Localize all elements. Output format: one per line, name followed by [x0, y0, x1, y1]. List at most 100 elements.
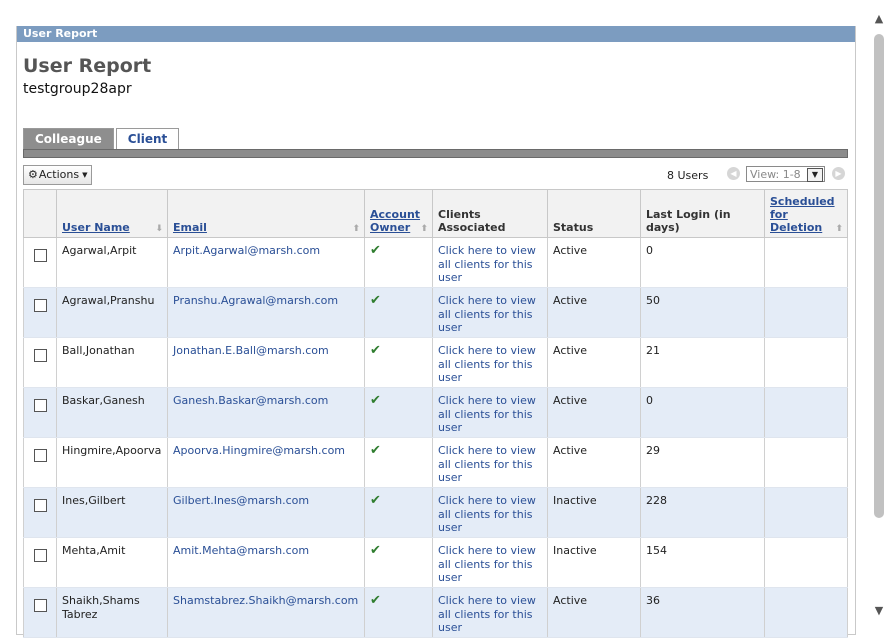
panel-titlebar: User Report [17, 26, 855, 42]
actions-label: Actions [38, 168, 80, 181]
select-cell [23, 337, 57, 388]
column-label: Status [553, 221, 594, 234]
row-checkbox[interactable] [34, 349, 47, 362]
email-cell: Shamstabrez.Shaikh@marsh.com [167, 587, 365, 638]
checkmark-icon: ✔ [370, 293, 381, 308]
email-cell: Gilbert.Ines@marsh.com [167, 487, 365, 538]
user-name-cell: Agarwal,Arpit [56, 237, 168, 288]
table-header-row: User Name ⬇ Email ⬆ Account Owner ⬆ Clie… [23, 189, 848, 238]
email-link[interactable]: Ganesh.Baskar@marsh.com [173, 394, 328, 407]
tab-colleague[interactable]: Colleague [23, 128, 114, 149]
row-checkbox[interactable] [34, 299, 47, 312]
user-name-cell: Ines,Gilbert [56, 487, 168, 538]
users-count: 8 Users [667, 169, 709, 182]
view-clients-link[interactable]: Click here to view all clients for this … [438, 494, 536, 534]
table-body: Agarwal,Arpit Arpit.Agarwal@marsh.com ✔ Cli… [23, 237, 848, 638]
row-checkbox[interactable] [34, 249, 47, 262]
tab-client[interactable]: Client [115, 128, 180, 149]
scheduled-deletion-cell [764, 437, 848, 488]
email-link[interactable]: Gilbert.Ines@marsh.com [173, 494, 309, 507]
user-name-cell: Ball,Jonathan [56, 337, 168, 388]
row-checkbox[interactable] [34, 599, 47, 612]
view-clients-link[interactable]: Click here to view all clients for this … [438, 244, 536, 284]
email-link[interactable]: Jonathan.E.Ball@marsh.com [173, 344, 329, 357]
checkmark-icon: ✔ [370, 593, 381, 608]
last-login-cell: 29 [640, 437, 765, 488]
clients-cell: Click here to view all clients for this … [432, 387, 548, 438]
user-name-cell: Agrawal,Pranshu [56, 287, 168, 338]
view-clients-link[interactable]: Click here to view all clients for this … [438, 444, 536, 484]
email-link[interactable]: Pranshu.Agrawal@marsh.com [173, 294, 338, 307]
last-login-cell: 0 [640, 387, 765, 438]
select-cell [23, 437, 57, 488]
account-owner-cell: ✔ [364, 587, 433, 638]
column-label[interactable]: Scheduled for Deletion [770, 195, 835, 234]
vertical-scrollbar[interactable]: ▲ ▼ [871, 0, 887, 634]
email-link[interactable]: Amit.Mehta@marsh.com [173, 544, 309, 557]
status-cell: Active [547, 287, 641, 338]
scheduled-deletion-cell [764, 587, 848, 638]
last-login-cell: 50 [640, 287, 765, 338]
user-name-cell: Mehta,Amit [56, 537, 168, 588]
scheduled-deletion-cell [764, 237, 848, 288]
email-cell: Amit.Mehta@marsh.com [167, 537, 365, 588]
column-header-user-name[interactable]: User Name ⬇ [56, 189, 168, 238]
chevron-right-icon[interactable]: ▶ [832, 167, 845, 180]
select-cell [23, 287, 57, 338]
user-report-panel: User Report User Report testgroup28apr C… [16, 26, 856, 638]
chevron-down-icon: ▼ [807, 168, 823, 182]
actions-button[interactable]: ⚙ Actions ▼ [23, 165, 93, 185]
chevron-up-icon[interactable]: ▲ [873, 12, 885, 26]
chevron-left-icon[interactable]: ◀ [727, 167, 740, 180]
row-checkbox[interactable] [34, 399, 47, 412]
select-cell [23, 387, 57, 438]
table-row: Baskar,Ganesh Ganesh.Baskar@marsh.com ✔ Cli… [23, 387, 848, 438]
user-name-cell: Baskar,Ganesh [56, 387, 168, 438]
page-title: User Report [23, 55, 152, 77]
view-range-select[interactable]: View: 1-8 ▼ [746, 166, 825, 182]
row-checkbox[interactable] [34, 499, 47, 512]
clients-cell: Click here to view all clients for this … [432, 587, 548, 638]
scheduled-deletion-cell [764, 337, 848, 388]
sort-icon: ⬆ [352, 224, 360, 234]
clients-cell: Click here to view all clients for this … [432, 437, 548, 488]
view-range-value: View: 1-8 [750, 168, 801, 181]
view-clients-link[interactable]: Click here to view all clients for this … [438, 294, 536, 334]
column-label[interactable]: User Name [62, 221, 130, 234]
account-owner-cell: ✔ [364, 437, 433, 488]
status-cell: Active [547, 437, 641, 488]
table-row: Ball,Jonathan Jonathan.E.Ball@marsh.com ✔ C… [23, 337, 848, 388]
view-clients-link[interactable]: Click here to view all clients for this … [438, 344, 536, 384]
select-cell [23, 587, 57, 638]
sort-icon: ⬆ [835, 224, 843, 234]
gear-icon: ⚙ [28, 168, 38, 181]
email-link[interactable]: Apoorva.Hingmire@marsh.com [173, 444, 345, 457]
view-clients-link[interactable]: Click here to view all clients for this … [438, 394, 536, 434]
sort-icon: ⬆ [420, 224, 428, 234]
account-owner-cell: ✔ [364, 337, 433, 388]
row-checkbox[interactable] [34, 449, 47, 462]
view-clients-link[interactable]: Click here to view all clients for this … [438, 594, 536, 634]
view-clients-link[interactable]: Click here to view all clients for this … [438, 544, 536, 584]
row-checkbox[interactable] [34, 549, 47, 562]
column-header-account-owner[interactable]: Account Owner ⬆ [364, 189, 433, 238]
users-table: User Name ⬇ Email ⬆ Account Owner ⬆ Clie… [23, 189, 848, 638]
scheduled-deletion-cell [764, 387, 848, 438]
column-label[interactable]: Email [173, 221, 207, 234]
chevron-down-icon[interactable]: ▼ [873, 604, 885, 618]
email-link[interactable]: Arpit.Agarwal@marsh.com [173, 244, 320, 257]
status-cell: Active [547, 587, 641, 638]
column-header-last-login: Last Login (in days) [640, 189, 765, 238]
clients-cell: Click here to view all clients for this … [432, 287, 548, 338]
checkmark-icon: ✔ [370, 343, 381, 358]
checkmark-icon: ✔ [370, 493, 381, 508]
column-header-email[interactable]: Email ⬆ [167, 189, 365, 238]
clients-cell: Click here to view all clients for this … [432, 337, 548, 388]
account-owner-cell: ✔ [364, 287, 433, 338]
email-link[interactable]: Shamstabrez.Shaikh@marsh.com [173, 594, 358, 607]
column-header-scheduled-deletion[interactable]: Scheduled for Deletion ⬆ [764, 189, 848, 238]
email-cell: Arpit.Agarwal@marsh.com [167, 237, 365, 288]
scrollbar-thumb[interactable] [874, 34, 884, 518]
column-label[interactable]: Account Owner [370, 208, 420, 234]
clients-cell: Click here to view all clients for this … [432, 237, 548, 288]
